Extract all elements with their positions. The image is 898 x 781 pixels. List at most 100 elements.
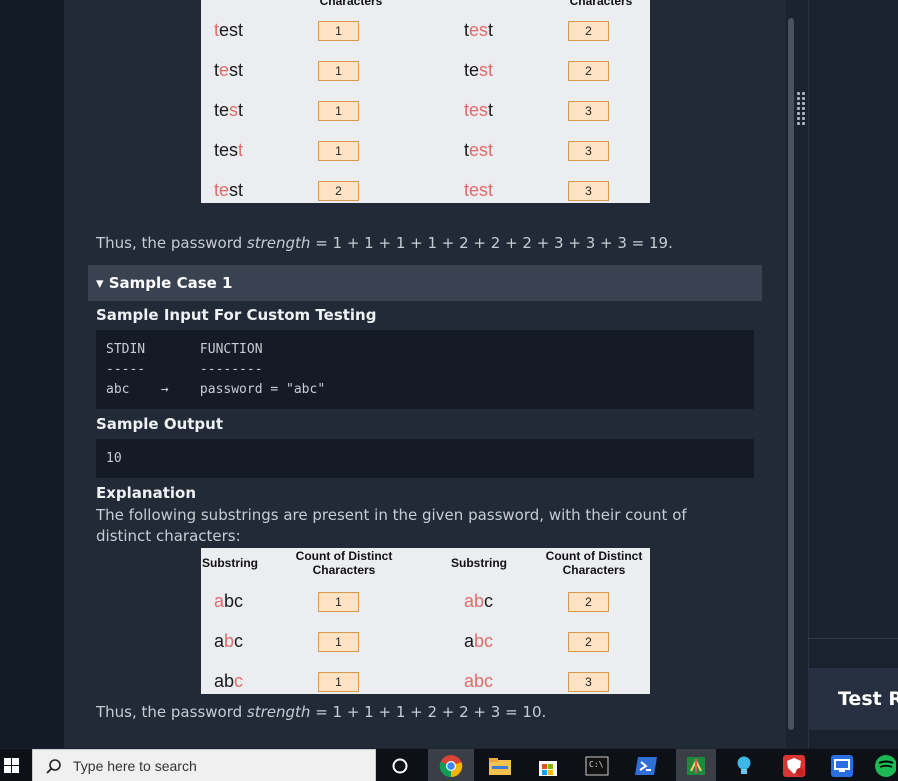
table-header-substring-right: Substring [451,556,507,570]
output-value: 10 [106,451,122,466]
plain-chars: t [488,20,494,40]
sample-output-title: Sample Output [96,415,224,433]
strength-summary-1: Thus, the password strength = 1 + 1 + 1 … [96,234,673,252]
problem-description: Characters Characters test 1 test 2 test 1 tes… [64,0,786,748]
security-shield-icon[interactable] [774,749,814,781]
remote-desktop-icon[interactable] [822,749,862,781]
distinct-count-badge: 1 [318,592,359,612]
highlighted-chars: est [469,140,494,160]
pane-resize-handle[interactable] [797,92,807,130]
distinct-count-badge: 3 [568,672,609,692]
right-pane-divider [808,638,898,639]
highlighted-chars: abc [464,671,494,691]
highlighted-chars: a [214,591,225,611]
cortana-icon[interactable] [386,749,414,781]
distinct-count-badge: 1 [318,672,359,692]
windows-start-icon[interactable] [0,749,24,781]
plain-chars: c [234,631,244,651]
taskbar: Type here to search C:\ [0,748,898,781]
highlighted-chars: e [219,60,230,80]
plain-chars: t [238,100,244,120]
substring-cell: test [214,140,243,161]
chrome-icon[interactable] [428,749,474,781]
substring-cell: abc [214,591,243,612]
taskbar-search-box[interactable]: Type here to search [32,749,376,781]
svg-text:C:\: C:\ [589,760,604,769]
code-line: ----- -------- [106,362,263,377]
taskbar-search-placeholder: Type here to search [73,758,197,774]
distinct-count-badge: 2 [318,181,359,201]
plain-chars: a [214,631,225,651]
code-line: STDIN FUNCTION [106,342,263,357]
substring-table-1: Characters Characters test 1 test 2 test 1 tes… [201,0,650,203]
sample-output-code: 10 [96,439,754,478]
code-editor-icon[interactable] [676,749,716,781]
plain-chars: est [219,20,244,40]
plain-chars: te [464,60,480,80]
substring-cell: test [214,180,243,201]
powershell-icon[interactable] [624,749,668,781]
sample-case-toggle[interactable]: ▾ Sample Case 1 [88,265,762,301]
substring-cell: test [464,60,493,81]
distinct-count-badge: 2 [568,632,609,652]
distinct-count-badge: 1 [318,21,359,41]
highlighted-chars: c [234,671,244,691]
distinct-count-badge: 1 [318,61,359,81]
explanation-text: The following substrings are present in … [96,506,687,545]
substring-cell: abc [214,631,243,652]
terminal-icon[interactable]: C:\ [575,749,619,781]
substring-cell: test [464,140,493,161]
plain-chars: st [229,180,244,200]
substring-cell: abc [464,591,493,612]
test-results-title: Test Re [838,688,898,710]
explanation-title: Explanation [96,484,197,502]
substring-cell: test [214,20,243,41]
left-gutter [0,0,64,748]
distinct-count-badge: 1 [318,141,359,161]
custom-input-title: Sample Input For Custom Testing [96,306,377,324]
lightbulb-icon[interactable] [724,749,764,781]
highlighted-chars: es [469,20,489,40]
table-header-count-left: Characters [319,0,383,8]
highlighted-chars: tes [464,100,489,120]
distinct-count-badge: 2 [568,592,609,612]
table-header-count-left: Count of Distinct Characters [295,549,393,577]
highlighted-chars: s [229,100,239,120]
custom-input-code: STDIN FUNCTION ----- -------- abc → pass… [96,330,754,409]
highlighted-chars: t [238,140,244,160]
substring-cell: abc [464,631,493,652]
highlighted-chars: ab [464,591,485,611]
substring-cell: test [464,100,493,121]
code-line: abc → password = "abc" [106,382,326,397]
substring-cell: test [464,180,493,201]
highlighted-chars: bc [474,631,494,651]
substring-table-2: Substring Count of Distinct Characters S… [201,548,650,694]
plain-chars: bc [224,591,244,611]
store-icon[interactable] [526,749,570,781]
distinct-count-badge: 2 [568,21,609,41]
spotify-icon[interactable] [870,749,898,781]
distinct-count-badge: 2 [568,61,609,81]
strength-summary-2: Thus, the password strength = 1 + 1 + 1 … [96,703,547,721]
right-pane [808,0,898,748]
highlighted-chars: st [479,60,494,80]
plain-chars: t [488,100,494,120]
search-icon [43,750,65,781]
substring-cell: test [214,100,243,121]
plain-chars: c [484,591,494,611]
distinct-count-badge: 3 [568,141,609,161]
table-header-substring-left: Substring [202,556,258,570]
distinct-count-badge: 3 [568,181,609,201]
plain-chars: tes [214,140,239,160]
plain-chars: a [464,631,475,651]
substring-cell: test [464,20,493,41]
highlighted-chars: test [464,180,494,200]
file-explorer-icon[interactable] [478,749,522,781]
table-header-count-right: Characters [569,0,633,8]
distinct-count-badge: 1 [318,101,359,121]
distinct-count-badge: 3 [568,101,609,121]
highlighted-chars: b [224,631,235,651]
substring-cell: abc [464,671,493,692]
content-scrollbar-thumb[interactable] [788,18,794,730]
substring-cell: abc [214,671,243,692]
